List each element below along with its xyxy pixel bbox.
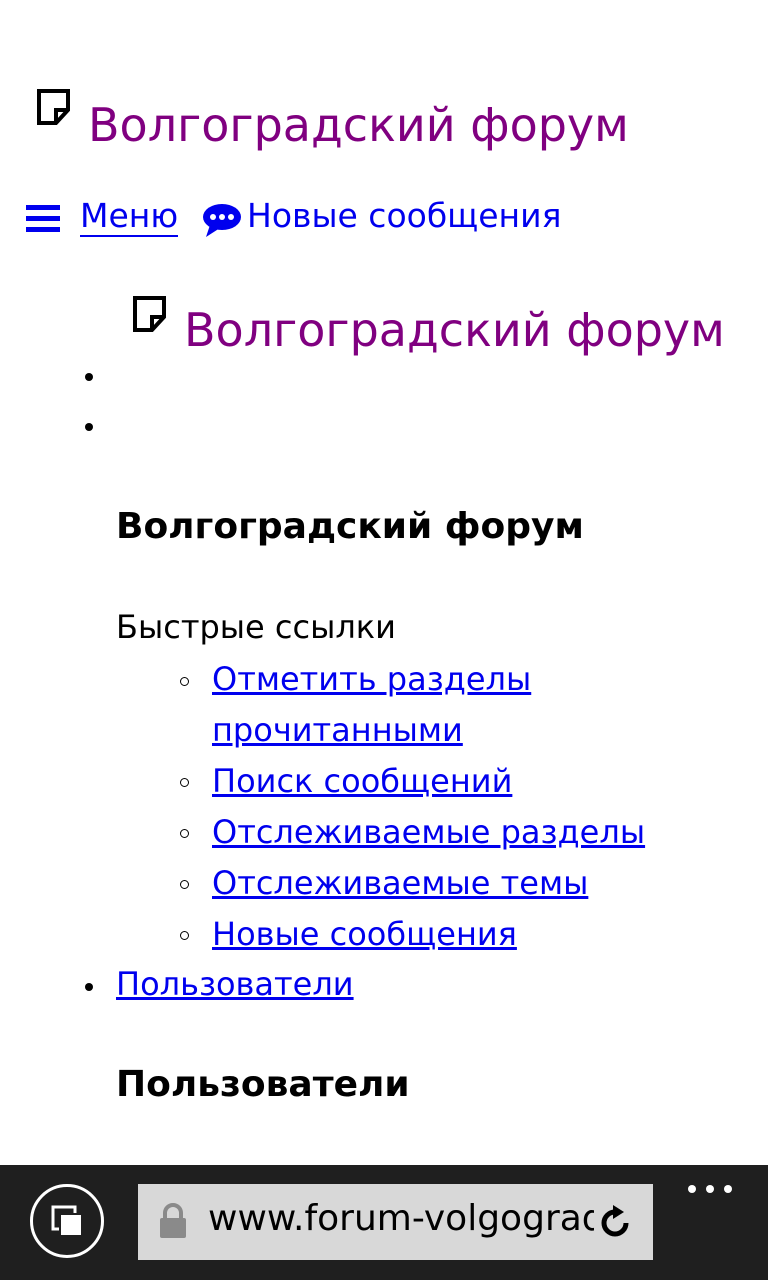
document-icon (133, 296, 166, 332)
watched-forums-link[interactable]: Отслеживаемые разделы (212, 813, 645, 851)
members-link[interactable]: Пользователи (116, 965, 354, 1003)
sub-bullet (180, 829, 189, 838)
search-posts-link[interactable]: Поиск сообщений (212, 762, 512, 800)
hamburger-icon (26, 205, 60, 232)
tabs-button[interactable] (30, 1184, 104, 1258)
mark-forums-read-link-cont[interactable]: прочитанными (212, 711, 463, 749)
menu-label: Меню (80, 196, 179, 237)
sub-bullet (180, 880, 189, 889)
list-bullet (85, 373, 93, 381)
sub-bullet (180, 677, 189, 686)
browser-toolbar: www.forum-volgograd (0, 1165, 768, 1280)
lock-icon (160, 1203, 186, 1238)
tabs-icon (51, 1205, 83, 1237)
document-icon (37, 89, 70, 125)
list-bullet (85, 983, 93, 991)
list-bullet (85, 423, 93, 431)
sub-bullet (180, 778, 189, 787)
more-icon[interactable] (686, 1179, 736, 1199)
nav-logo-link[interactable]: Волгоградский форум (184, 303, 725, 357)
new-posts-label: Новые сообщения (247, 196, 562, 235)
quick-links-label: Быстрые ссылки (116, 608, 396, 646)
watched-threads-link[interactable]: Отслеживаемые темы (212, 864, 588, 902)
forum-heading: Волгоградский форум (116, 506, 584, 547)
sub-bullet (180, 931, 189, 940)
url-text: www.forum-volgograd (208, 1198, 594, 1239)
site-title-link[interactable]: Волгоградский форум (88, 98, 629, 152)
web-page: Волгоградский форум Меню Новые сообщения (0, 0, 768, 1165)
members-heading: Пользователи (116, 1064, 410, 1105)
speech-bubble-icon (203, 204, 241, 237)
mark-forums-read-link[interactable]: Отметить разделы (212, 660, 531, 698)
new-posts-sublink[interactable]: Новые сообщения (212, 915, 517, 953)
refresh-icon[interactable] (596, 1204, 634, 1242)
address-bar[interactable]: www.forum-volgograd (138, 1184, 653, 1260)
